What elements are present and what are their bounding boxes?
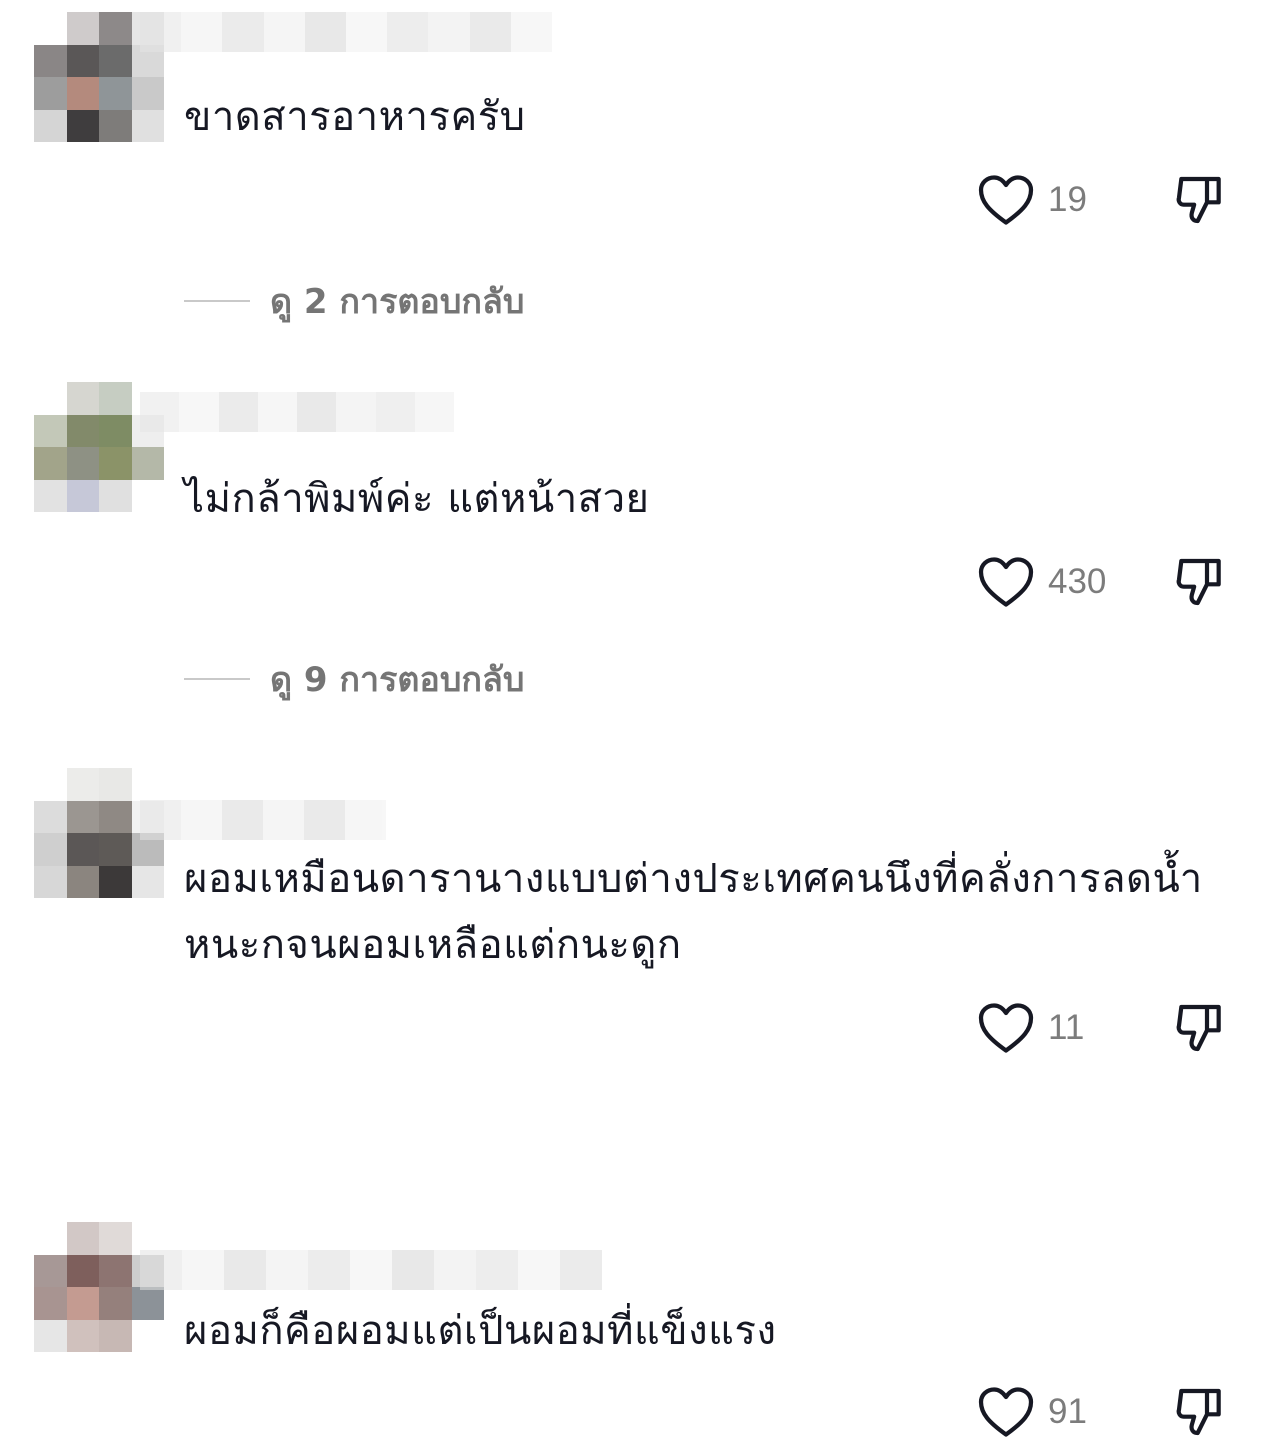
view-replies-label: ดู 9 การตอบกลับ [270,660,525,700]
avatar-pixel [131,447,164,480]
avatar-pixel [66,77,99,110]
avatar-pixel [131,109,164,142]
username-blurred[interactable] [140,392,454,432]
avatar-pixel [34,865,67,898]
avatar-pixel [99,768,132,801]
view-replies-button[interactable]: ดู 9 การตอบกลับ [184,654,524,704]
avatar-pixel [99,479,132,512]
like-button[interactable]: 91 [976,1382,1087,1442]
comment-text: ขาดสารอาหารครับ [184,94,526,140]
thumbs-down-outline-icon[interactable] [1172,172,1228,228]
username-blurred[interactable] [140,1250,602,1290]
like-button[interactable]: 11 [976,998,1084,1058]
comment-actions: 91 [976,1382,1236,1442]
avatar-pixel [99,833,132,866]
thumbs-down-outline-icon[interactable] [1172,1000,1228,1056]
like-button[interactable]: 430 [976,552,1106,612]
like-count: 430 [1048,562,1107,601]
avatar-pixel [99,1222,132,1255]
like-count: 91 [1048,1392,1087,1431]
avatar-pixel [131,479,164,512]
avatar-pixel [34,833,67,866]
comment-text: ไม่กล้าพิมพ์ค่ะ แต่หน้าสวย [184,476,650,522]
avatar-pixel [34,1222,67,1255]
avatar-pixel [66,800,99,833]
avatar-pixel [34,479,67,512]
avatar-pixel [34,1319,67,1352]
heart-outline-icon [978,1003,1034,1053]
comment-actions: 19 [976,170,1236,230]
avatar-pixel [34,447,67,480]
avatar-pixel [34,1287,67,1320]
avatar-pixel [99,109,132,142]
avatar-pixel [34,12,67,45]
avatar-pixel [66,447,99,480]
avatar-pixel [99,414,132,447]
avatar-pixel [66,109,99,142]
view-replies-label: ดู 2 การตอบกลับ [270,282,525,322]
avatar-pixel [99,12,132,45]
avatar-pixel [131,1287,164,1320]
thumbs-down-outline-icon[interactable] [1172,1384,1228,1440]
username-blurred[interactable] [140,12,553,52]
avatar-pixel [66,44,99,77]
like-count: 19 [1048,180,1087,219]
avatar-pixel [66,1319,99,1352]
replies-divider [184,678,250,680]
avatar-pixel [66,1287,99,1320]
avatar-pixel [34,800,67,833]
avatar-pixel [34,77,67,110]
avatar-pixel [99,1319,132,1352]
comment-text: ผอมเหมือนดารานางแบบต่างประเทศคนนึงที่คลั… [184,856,1203,968]
heart-outline-icon [978,175,1034,225]
avatar-pixel [34,414,67,447]
comment-actions: 11 [976,998,1236,1058]
avatar-pixel [34,768,67,801]
avatar-pixel [66,833,99,866]
avatar-pixel [131,865,164,898]
avatar-pixel [131,1319,164,1352]
view-replies-button[interactable]: ดู 2 การตอบกลับ [184,276,524,326]
thumbs-down-outline-icon[interactable] [1172,554,1228,610]
avatar-pixel [99,1254,132,1287]
avatar-pixel [66,414,99,447]
avatar-pixel [99,447,132,480]
avatar-pixel [66,1254,99,1287]
avatar-pixel [99,1287,132,1320]
avatar-pixel [34,382,67,415]
avatar-pixel [131,77,164,110]
avatar-pixel [34,109,67,142]
avatar-pixel [99,800,132,833]
avatar-pixel [99,865,132,898]
avatar-pixel [66,865,99,898]
heart-outline-icon [978,1387,1034,1437]
heart-outline-icon [978,557,1034,607]
replies-divider [184,300,250,302]
like-button[interactable]: 19 [976,170,1087,230]
avatar-pixel [131,768,164,801]
avatar-pixel [34,44,67,77]
avatar-pixel [66,1222,99,1255]
comment-text: ผอมก็คือผอมแต่เป็นผอมที่แข็งแรง [184,1308,777,1354]
avatar-pixel [99,77,132,110]
comment-actions: 430 [976,552,1236,612]
like-count: 11 [1048,1008,1085,1047]
avatar-pixel [34,1254,67,1287]
avatar-pixel [66,382,99,415]
avatar-pixel [99,382,132,415]
avatar-pixel [66,479,99,512]
avatar-pixel [66,12,99,45]
avatar-pixel [99,44,132,77]
avatar-pixel [66,768,99,801]
username-blurred[interactable] [140,800,386,840]
